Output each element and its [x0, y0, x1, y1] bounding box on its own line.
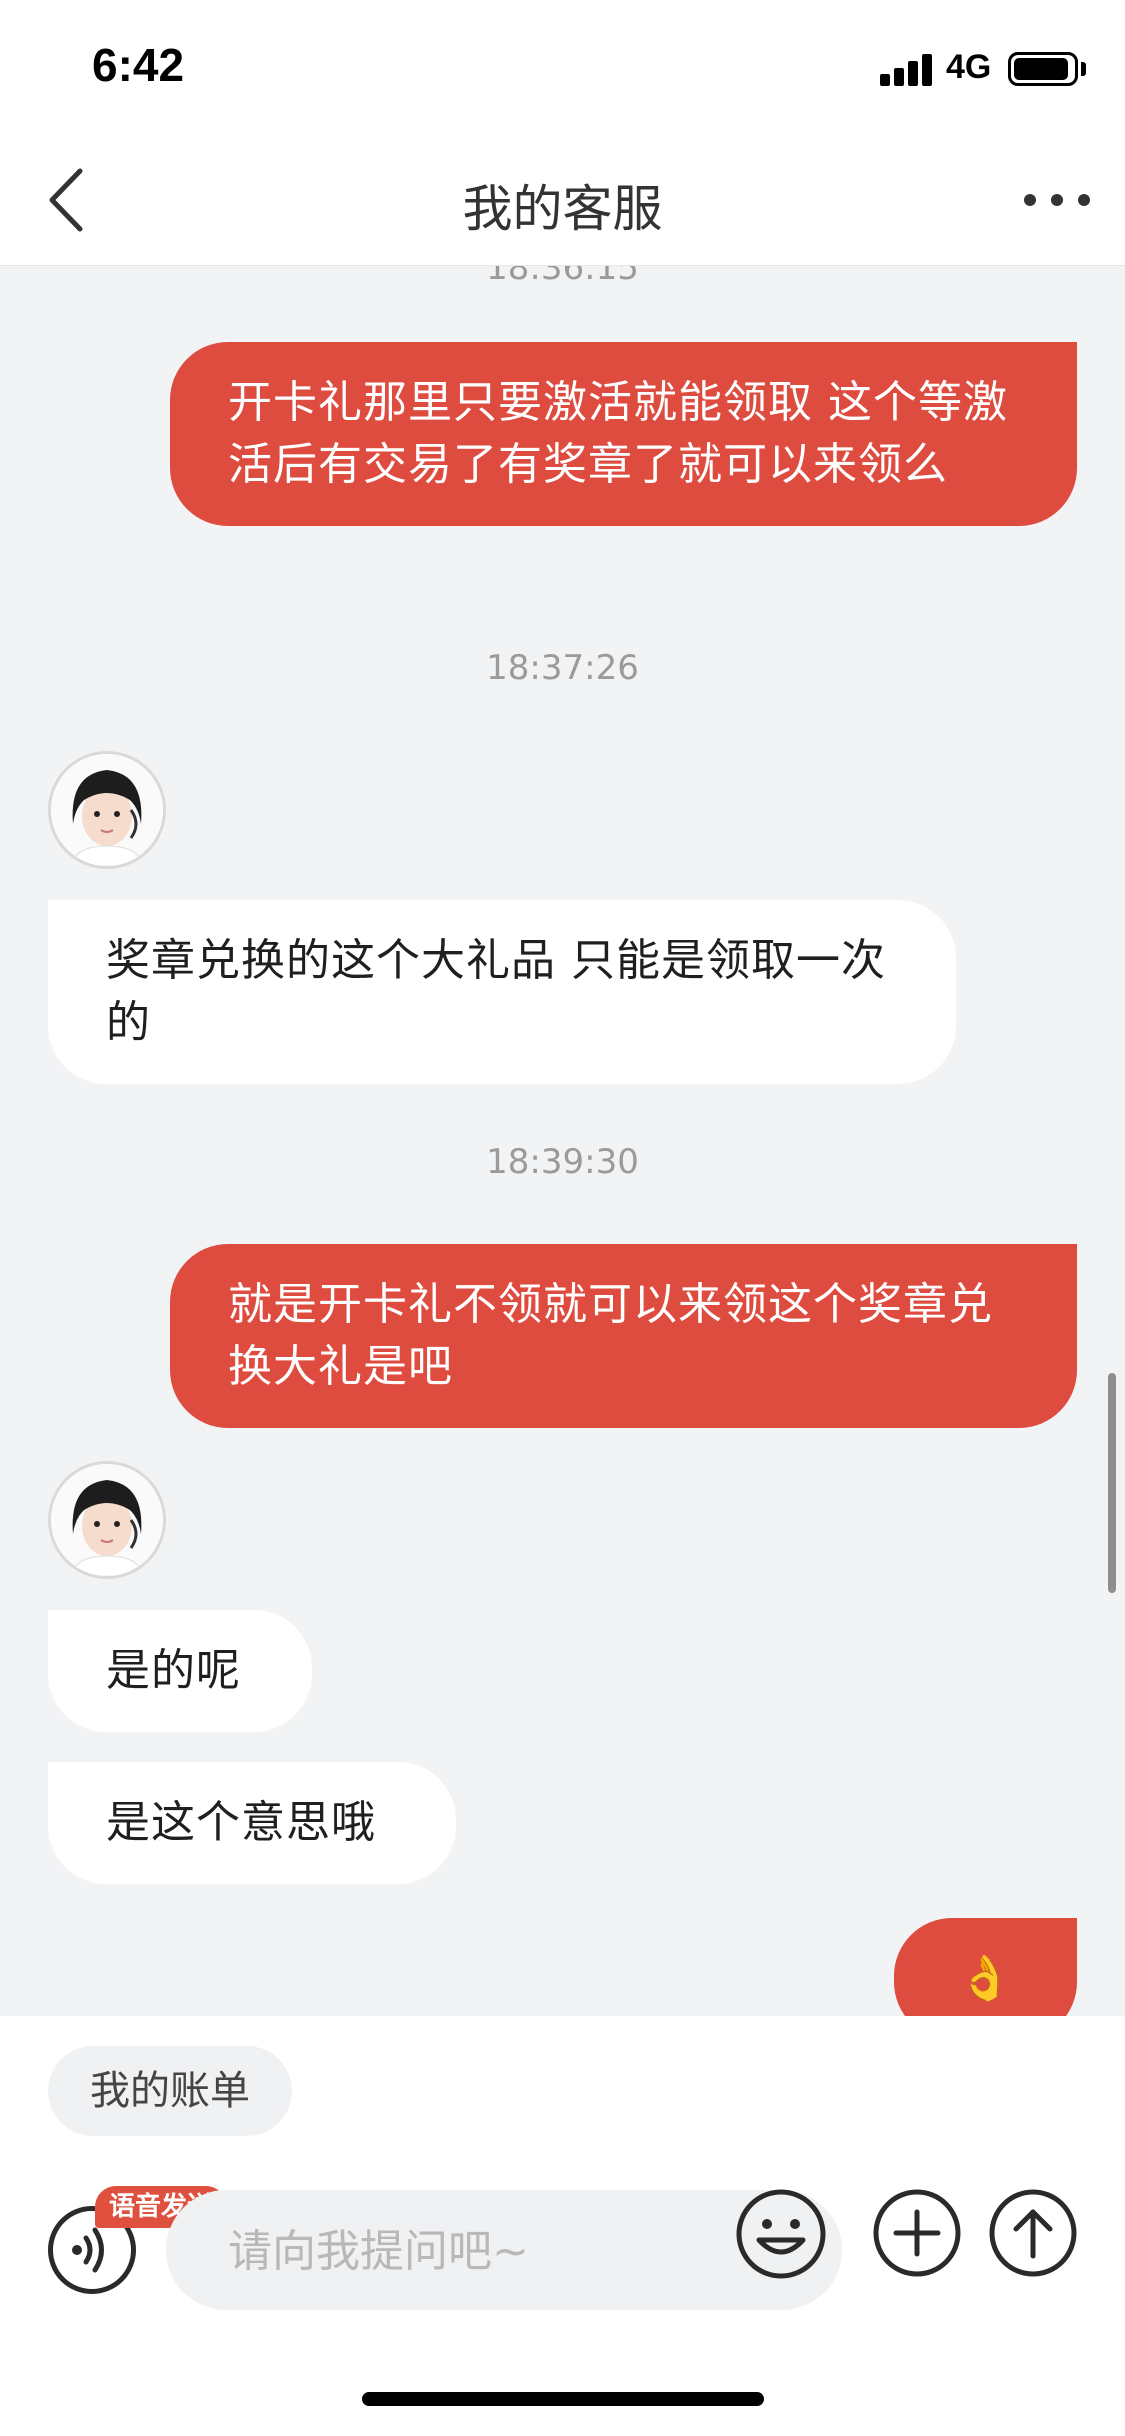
- battery-nub: [1081, 62, 1086, 76]
- timestamp: 18:36:15: [486, 266, 639, 288]
- message-bubble-sent[interactable]: 👌: [894, 1918, 1077, 2016]
- home-indicator[interactable]: [362, 2392, 764, 2406]
- emoji-icon[interactable]: [735, 2188, 827, 2280]
- send-icon[interactable]: [988, 2188, 1078, 2278]
- agent-avatar-image: [51, 1464, 163, 1576]
- chat-area[interactable]: 18:36:15 开卡礼那里只要激活就能领取 这个等激活后有交易了有奖章了就可以…: [0, 266, 1125, 2016]
- quick-reply-my-bill[interactable]: 我的账单: [48, 2046, 292, 2136]
- more-icon[interactable]: [1022, 185, 1092, 215]
- agent-avatar-image: [51, 754, 163, 866]
- scrollbar[interactable]: [1108, 1373, 1116, 1593]
- signal-icon: [880, 52, 936, 86]
- page-title: 我的客服: [462, 180, 663, 238]
- status-time: 6:42: [92, 39, 185, 91]
- agent-avatar[interactable]: [48, 751, 166, 869]
- agent-avatar[interactable]: [48, 1461, 166, 1579]
- timestamp: 18:39:30: [486, 1142, 639, 1182]
- message-bubble-received[interactable]: 是的呢: [48, 1610, 312, 1732]
- message-input[interactable]: [226, 2190, 730, 2312]
- nav-bar: 我的客服: [0, 135, 1125, 266]
- network-type: 4G: [946, 48, 992, 86]
- timestamp: 18:37:26: [486, 648, 639, 688]
- plus-icon[interactable]: [872, 2188, 962, 2278]
- message-bubble-sent[interactable]: 开卡礼那里只要激活就能领取 这个等激活后有交易了有奖章了就可以来领么: [170, 342, 1077, 526]
- message-bubble-received[interactable]: 奖章兑换的这个大礼品 只能是领取一次的: [48, 900, 956, 1084]
- status-bar: 6:42 4G: [0, 0, 1125, 135]
- message-bubble-received[interactable]: 是这个意思哦: [48, 1762, 456, 1884]
- message-bubble-sent[interactable]: 就是开卡礼不领就可以来领这个奖章兑换大礼是吧: [170, 1244, 1077, 1428]
- battery-icon: [1008, 52, 1078, 86]
